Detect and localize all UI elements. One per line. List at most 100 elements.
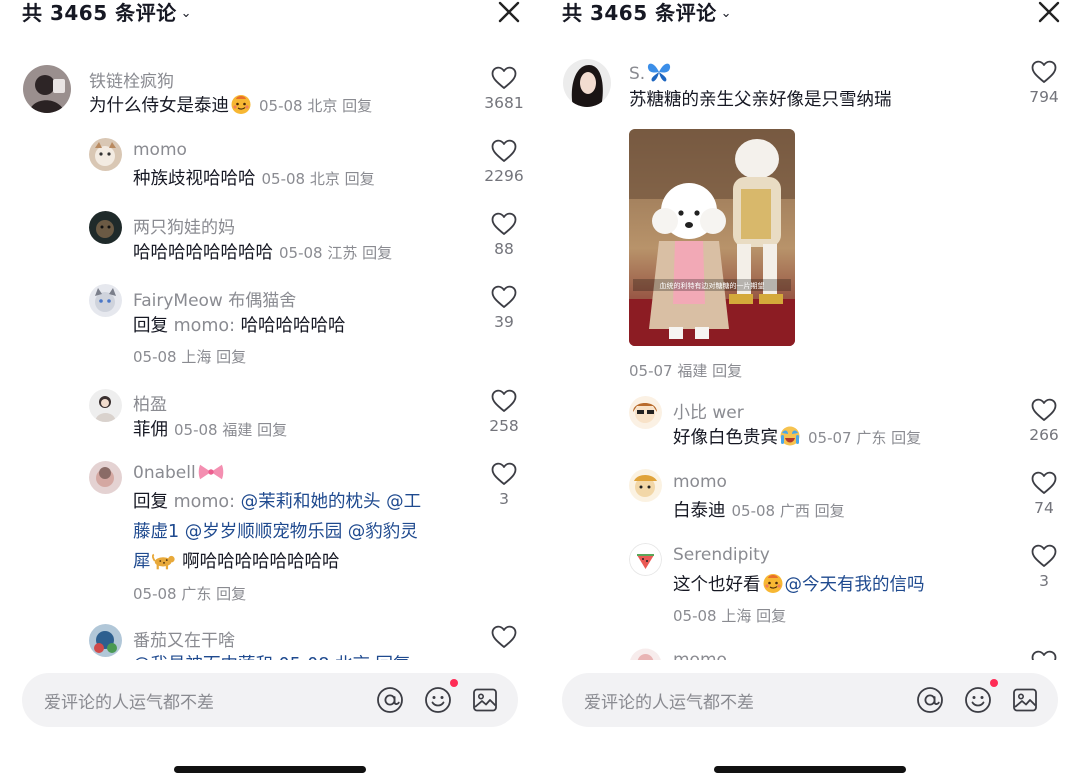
like-button[interactable]: 2296 bbox=[472, 139, 536, 185]
comment-count-title: 共 3465 条评论 bbox=[562, 1, 717, 25]
crying-laugh-emoji bbox=[779, 425, 801, 447]
avatar[interactable] bbox=[89, 284, 122, 317]
comment-input-bar[interactable]: 爱评论的人运气都不差 bbox=[562, 673, 1058, 727]
heart-icon bbox=[1031, 60, 1057, 84]
heart-icon bbox=[491, 389, 517, 413]
comment-username[interactable]: Serendipity bbox=[673, 545, 770, 565]
avatar[interactable] bbox=[89, 389, 122, 422]
comment-username[interactable]: 柏盈 bbox=[133, 390, 167, 415]
comment-meta[interactable]: 05-08 广西 回复 bbox=[732, 502, 845, 520]
comment-text: 白泰迪 05-08 广西 回复 bbox=[673, 501, 845, 521]
emoji-button[interactable] bbox=[423, 685, 453, 715]
comment-count-title: 共 3465 条评论 bbox=[22, 1, 177, 25]
comment-username[interactable]: momo bbox=[133, 140, 187, 160]
avatar[interactable] bbox=[629, 648, 662, 660]
comment-username[interactable]: momo bbox=[673, 650, 727, 660]
like-button[interactable] bbox=[1012, 650, 1076, 660]
comment-meta[interactable]: 05-08 北京 回复 bbox=[262, 170, 375, 188]
smirk-face-emoji bbox=[230, 93, 252, 115]
at-icon bbox=[915, 685, 945, 715]
comments-header: 共 3465 条评论 ⌄ bbox=[0, 0, 540, 28]
comment-input-placeholder[interactable]: 爱评论的人运气都不差 bbox=[584, 688, 754, 713]
comment-username[interactable]: 0nabell bbox=[133, 462, 226, 483]
comment-text: 种族歧视哈哈哈 05-08 北京 回复 bbox=[133, 169, 375, 189]
comments-panel-right: 共 3465 条评论 ⌄ S. 苏糖糖的亲生父亲好像是只雪纳瑞 血统的利特有边对… bbox=[540, 0, 1080, 784]
like-button[interactable]: 794 bbox=[1012, 60, 1076, 106]
comment-username[interactable]: 铁链栓疯狗 bbox=[89, 67, 174, 92]
close-button[interactable] bbox=[496, 0, 522, 25]
image-button[interactable] bbox=[470, 685, 500, 715]
comment-meta[interactable]: 05-08 广东 回复 bbox=[133, 583, 246, 604]
image-caption: 血统的利特有边对糖糖的一片期望 bbox=[660, 281, 765, 290]
avatar[interactable] bbox=[89, 624, 122, 657]
mention-button[interactable] bbox=[915, 685, 945, 715]
like-count: 266 bbox=[1029, 426, 1059, 444]
mention-button[interactable] bbox=[375, 685, 405, 715]
close-button[interactable] bbox=[1036, 0, 1062, 25]
comment-meta[interactable]: 05-08 上海 回复 bbox=[133, 346, 246, 367]
like-button[interactable]: 3681 bbox=[472, 66, 536, 112]
home-indicator[interactable] bbox=[714, 766, 906, 773]
avatar[interactable] bbox=[563, 59, 611, 107]
leopard-emoji bbox=[152, 551, 176, 571]
avatar[interactable] bbox=[629, 469, 662, 502]
comment-meta[interactable]: 05-08 福建 回复 bbox=[174, 421, 287, 439]
comment-list[interactable]: S. 苏糖糖的亲生父亲好像是只雪纳瑞 血统的利特有边对糖糖的一片期望 05-07… bbox=[540, 40, 1080, 660]
image-icon bbox=[1010, 685, 1040, 715]
image-button[interactable] bbox=[1010, 685, 1040, 715]
comment-username[interactable]: 小比 wer bbox=[673, 398, 744, 423]
avatar[interactable] bbox=[629, 396, 662, 429]
like-button[interactable]: 74 bbox=[1012, 471, 1076, 517]
comment-username[interactable]: 两只狗娃的妈 bbox=[133, 213, 235, 238]
heart-icon bbox=[491, 285, 517, 309]
comment-meta[interactable]: 05-08 北京 回复 bbox=[259, 97, 372, 115]
comment-meta[interactable]: 05-08 上海 回复 bbox=[673, 605, 786, 626]
avatar[interactable] bbox=[629, 543, 662, 576]
notification-dot bbox=[990, 679, 998, 687]
heart-icon bbox=[491, 625, 517, 649]
chevron-down-icon: ⌄ bbox=[180, 6, 192, 21]
notification-dot bbox=[450, 679, 458, 687]
like-count: 2296 bbox=[484, 167, 524, 185]
comments-panel-left: 共 3465 条评论 ⌄ 铁链栓疯狗 为什么侍女是泰迪 05-08 北京 回复 36… bbox=[0, 0, 540, 784]
like-button[interactable]: 258 bbox=[472, 389, 536, 435]
like-button[interactable]: 266 bbox=[1012, 398, 1076, 444]
comment-list[interactable]: 铁链栓疯狗 为什么侍女是泰迪 05-08 北京 回复 3681 momo 种族歧视… bbox=[0, 40, 540, 660]
comment-count-dropdown[interactable]: 共 3465 条评论 ⌄ bbox=[562, 0, 732, 26]
smirk-face-emoji bbox=[762, 572, 784, 594]
comment-count-dropdown[interactable]: 共 3465 条评论 ⌄ bbox=[22, 0, 192, 26]
like-button[interactable] bbox=[472, 625, 536, 649]
comment-meta[interactable]: 05-08 江苏 回复 bbox=[279, 244, 392, 262]
heart-icon bbox=[491, 212, 517, 236]
like-button[interactable]: 3 bbox=[472, 462, 536, 508]
heart-icon bbox=[1031, 544, 1057, 568]
comment-username[interactable]: S. bbox=[629, 61, 673, 84]
comment-image[interactable]: 血统的利特有边对糖糖的一片期望 bbox=[629, 129, 795, 346]
comment-text: 这个也好看 @今天有我的信吗 bbox=[673, 570, 925, 600]
smiley-icon bbox=[423, 685, 453, 715]
comment-input-placeholder[interactable]: 爱评论的人运气都不差 bbox=[44, 688, 214, 713]
like-button[interactable]: 88 bbox=[472, 212, 536, 258]
emoji-button[interactable] bbox=[963, 685, 993, 715]
like-button[interactable]: 39 bbox=[472, 285, 536, 331]
heart-icon bbox=[491, 462, 517, 486]
comment-input-bar[interactable]: 爱评论的人运气都不差 bbox=[22, 673, 518, 727]
avatar[interactable] bbox=[89, 461, 122, 494]
avatar[interactable] bbox=[23, 65, 71, 113]
like-button[interactable]: 3 bbox=[1012, 544, 1076, 590]
heart-icon bbox=[1031, 398, 1057, 422]
avatar[interactable] bbox=[89, 211, 122, 244]
comment-text-line2: 藤虚1 @岁岁顺顺宠物乐园 @豹豹灵 bbox=[133, 522, 418, 542]
comment-username[interactable]: FairyMeow 布偶猫舍 bbox=[133, 286, 296, 311]
comment-meta[interactable]: 05-07 福建 回复 bbox=[629, 360, 742, 381]
comment-username[interactable]: momo bbox=[673, 472, 727, 492]
comment-text-line3: 犀 啊哈哈哈哈哈哈哈哈 bbox=[133, 551, 340, 572]
like-count: 258 bbox=[489, 417, 519, 435]
comment-meta[interactable]: 05-07 广东 回复 bbox=[808, 429, 921, 447]
comment-text: 苏糖糖的亲生父亲好像是只雪纳瑞 bbox=[629, 90, 892, 110]
comment-username[interactable]: 番茄又在干啥 bbox=[133, 626, 235, 651]
smiley-icon bbox=[963, 685, 993, 715]
like-count: 88 bbox=[494, 240, 514, 258]
home-indicator[interactable] bbox=[174, 766, 366, 773]
avatar[interactable] bbox=[89, 138, 122, 171]
